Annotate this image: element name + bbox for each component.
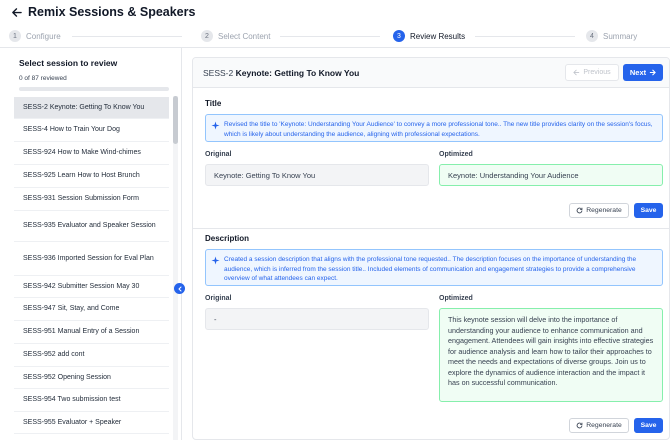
step-label: Summary (603, 31, 638, 41)
session-list-item[interactable]: SESS-954 Two submission test (14, 389, 169, 412)
wizard-stepper: 1 Configure 2 Select Content 3 Review Re… (0, 27, 670, 45)
step-label: Select Content (218, 31, 271, 41)
sidebar-title: Select session to review (19, 58, 118, 68)
description-save-button[interactable]: Save (634, 418, 663, 433)
previous-label: Previous (583, 69, 611, 76)
session-item-label: SESS-924 How to Make Wind-chimes (23, 149, 141, 157)
session-item-label: SESS-942 Submitter Session May 30 (23, 282, 140, 290)
title-section-heading: Title (205, 99, 222, 108)
session-item-label: SESS-951 Manual Entry of a Session (23, 328, 140, 336)
step-number: 4 (586, 30, 598, 42)
session-item-label: SESS-936 Imported Session for Eval Plan (23, 254, 154, 262)
sidebar-divider (181, 48, 182, 440)
step-configure[interactable]: 1 Configure (9, 30, 61, 42)
title-optimized-input[interactable]: Keynote: Understanding Your Audience (439, 164, 663, 186)
regenerate-label: Regenerate (586, 207, 622, 214)
step-label: Configure (26, 31, 61, 41)
session-item-label: SESS-955 Evaluator + Speaker (23, 418, 122, 426)
session-list-item[interactable]: SESS-2 Keynote: Getting To Know You (14, 97, 169, 119)
title-original-label: Original (205, 151, 232, 158)
session-list-item[interactable]: SESS-952 Opening Session (14, 367, 169, 389)
sparkle-icon (211, 256, 220, 265)
arrow-left-icon (573, 69, 580, 76)
title-ai-note: Revised the title to 'Keynote: Understan… (205, 114, 663, 142)
session-title: Keynote: Getting To Know You (235, 68, 360, 78)
sparkle-icon (211, 121, 220, 130)
step-number: 2 (201, 30, 213, 42)
session-list-item[interactable]: SESS-924 How to Make Wind-chimes (14, 142, 169, 165)
refresh-icon (576, 207, 583, 214)
step-summary[interactable]: 4 Summary (586, 30, 637, 42)
sidebar-scrollbar[interactable] (173, 96, 178, 440)
description-section-heading: Description (205, 234, 250, 243)
session-item-label: SESS-952 add cont (23, 351, 85, 359)
page-title: Remix Sessions & Speakers (28, 5, 196, 19)
description-regenerate-button[interactable]: Regenerate (569, 418, 629, 433)
description-ai-note: Created a session description that align… (205, 249, 663, 286)
description-optimized-input[interactable]: This keynote session will delve into the… (439, 308, 663, 402)
arrow-left-icon[interactable] (10, 6, 22, 18)
step-number: 1 (9, 30, 21, 42)
step-connector (280, 36, 380, 37)
regenerate-label: Regenerate (586, 422, 622, 429)
session-list-item[interactable]: SESS-942 Submitter Session May 30 (14, 276, 169, 298)
session-item-label: SESS-931 Session Submission Form (23, 195, 139, 203)
collapse-sidebar-button[interactable] (174, 283, 185, 294)
arrow-right-icon (650, 69, 656, 76)
session-list-item[interactable]: SESS-955 Evaluator + Speaker (14, 412, 169, 434)
description-optimized-label: Optimized (439, 295, 473, 302)
session-list-item[interactable]: SESS-935 Evaluator and Speaker Session (14, 211, 169, 242)
review-panel: SESS-2 Keynote: Getting To Know You Prev… (192, 57, 670, 440)
session-list-item[interactable]: SESS-936 Imported Session for Eval Plan (14, 242, 169, 276)
title-optimized-label: Optimized (439, 151, 473, 158)
step-review-results[interactable]: 3 Review Results (393, 30, 465, 42)
title-save-button[interactable]: Save (634, 203, 663, 218)
title-original-value: Keynote: Getting To Know You (205, 164, 429, 186)
next-label: Next (629, 68, 647, 77)
step-connector (72, 36, 182, 37)
description-ai-note-text: Created a session description that align… (224, 256, 637, 282)
step-label: Review Results (410, 31, 466, 41)
review-header: SESS-2 Keynote: Getting To Know You Prev… (193, 58, 669, 88)
session-list-item[interactable]: SESS-4 How to Train Your Dog (14, 119, 169, 142)
description-original-label: Original (205, 295, 232, 302)
session-list-item[interactable]: SESS-947 Sit, Stay, and Come (14, 298, 169, 321)
next-button[interactable]: Next (623, 64, 663, 81)
session-code: SESS-2 (203, 68, 234, 78)
step-connector (475, 36, 575, 37)
previous-button[interactable]: Previous (565, 64, 619, 81)
reviewed-count: 0 of 87 reviewed (19, 75, 67, 82)
session-list: SESS-2 Keynote: Getting To Know You SESS-… (14, 97, 169, 440)
review-progress-bar (19, 87, 169, 91)
session-heading: SESS-2 Keynote: Getting To Know You (203, 68, 359, 78)
session-list-item[interactable]: SESS-952 add cont (14, 344, 169, 367)
title-regenerate-button[interactable]: Regenerate (569, 203, 629, 218)
refresh-icon (576, 422, 583, 429)
step-number: 3 (393, 30, 405, 42)
step-select-content[interactable]: 2 Select Content (201, 30, 270, 42)
chevron-left-icon (177, 286, 181, 291)
title-ai-note-text: Revised the title to 'Keynote: Understan… (224, 121, 653, 138)
section-divider (193, 228, 669, 229)
session-list-item[interactable]: SESS-931 Session Submission Form (14, 188, 169, 211)
session-item-label: SESS-947 Sit, Stay, and Come (23, 305, 120, 313)
session-item-label: SESS-4 How to Train Your Dog (23, 126, 120, 134)
session-item-label: SESS-952 Opening Session (23, 373, 111, 381)
description-original-value: - (205, 308, 429, 330)
sidebar-scrollbar-thumb[interactable] (173, 96, 178, 144)
session-item-label: SESS-935 Evaluator and Speaker Session (23, 222, 156, 230)
session-item-label: SESS-954 Two submission test (23, 396, 121, 404)
session-list-item[interactable]: SESS-925 Learn How to Host Brunch (14, 165, 169, 188)
session-sidebar: Select session to review 0 of 87 reviewe… (0, 48, 181, 440)
session-list-item[interactable]: SESS-951 Manual Entry of a Session (14, 321, 169, 344)
top-bar: Remix Sessions & Speakers (0, 0, 670, 24)
session-item-label: SESS-925 Learn How to Host Brunch (23, 172, 140, 180)
session-item-label: SESS-2 Keynote: Getting To Know You (23, 103, 145, 111)
